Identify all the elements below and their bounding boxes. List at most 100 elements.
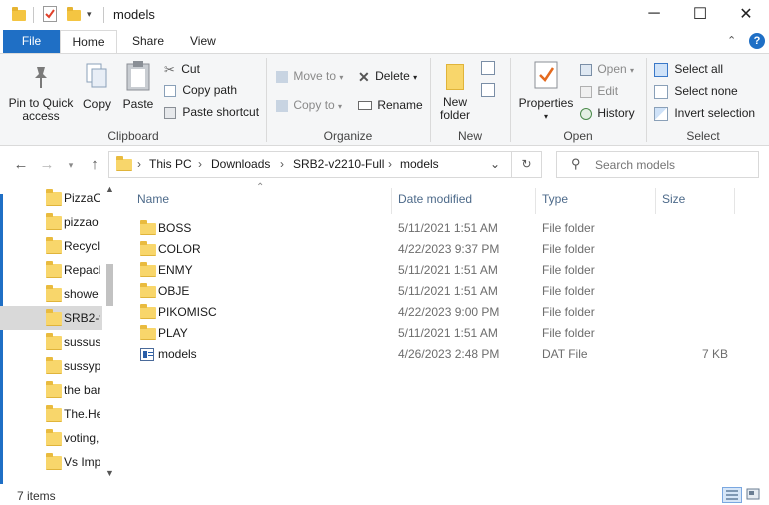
breadcrumb-separator[interactable]: › bbox=[388, 152, 392, 177]
breadcrumb-separator[interactable]: › bbox=[198, 152, 202, 177]
search-input[interactable] bbox=[595, 156, 750, 174]
minimize-button[interactable]: ─ bbox=[631, 0, 677, 28]
address-bar[interactable]: › This PC › Downloads › SRB2-v2210-Full … bbox=[108, 151, 512, 178]
nav-item[interactable]: PizzaO bbox=[0, 186, 102, 210]
tab-home[interactable]: Home bbox=[60, 30, 117, 54]
breadcrumb-separator[interactable]: › bbox=[137, 152, 141, 177]
invert-selection-button[interactable]: Invert selection bbox=[654, 103, 755, 123]
expand-ribbon-icon[interactable]: ⌃ bbox=[727, 34, 736, 47]
nav-item[interactable]: pizzao bbox=[0, 210, 102, 234]
properties-button[interactable]: Properties ▾ bbox=[516, 60, 576, 123]
copy-path-button[interactable]: Copy path bbox=[164, 80, 237, 100]
select-all-button[interactable]: Select all bbox=[654, 59, 723, 79]
paste-shortcut-button[interactable]: Paste shortcut bbox=[164, 102, 259, 122]
nav-item[interactable]: Vs Imp bbox=[0, 450, 102, 474]
forward-button[interactable]: → bbox=[36, 154, 58, 176]
folder-icon bbox=[46, 285, 62, 302]
breadcrumb-downloads[interactable]: Downloads bbox=[211, 152, 270, 177]
file-name: BOSS bbox=[158, 221, 192, 235]
file-row[interactable]: ENMY 5/11/2021 1:51 AM File folder bbox=[117, 260, 769, 281]
scroll-down-icon[interactable]: ▼ bbox=[105, 468, 114, 478]
file-name: ENMY bbox=[158, 263, 193, 277]
breadcrumb-separator[interactable]: › bbox=[280, 152, 284, 177]
nav-item[interactable]: the bar bbox=[0, 378, 102, 402]
folder-icon bbox=[46, 357, 62, 374]
file-row[interactable]: COLOR 4/22/2023 9:37 PM File folder bbox=[117, 239, 769, 260]
nav-item[interactable]: sussus_ bbox=[0, 330, 102, 354]
rename-button[interactable]: Rename bbox=[358, 95, 423, 115]
column-header-date[interactable]: Date modified bbox=[398, 192, 472, 206]
invert-selection-icon bbox=[654, 106, 668, 121]
paste-shortcut-icon bbox=[164, 106, 176, 119]
maximize-button[interactable]: ☐ bbox=[677, 0, 723, 28]
search-box[interactable]: ⚲ bbox=[556, 151, 759, 178]
nav-item[interactable]: showe bbox=[0, 282, 102, 306]
cut-button[interactable]: ✂ Cut bbox=[164, 59, 200, 79]
copy-to-button[interactable]: Copy to ▾ bbox=[276, 95, 342, 115]
new-folder-button[interactable]: New folder bbox=[436, 62, 474, 122]
file-date: 5/11/2021 1:51 AM bbox=[398, 263, 498, 277]
file-date: 4/26/2023 2:48 PM bbox=[398, 347, 500, 361]
select-none-label: Select none bbox=[674, 84, 738, 98]
help-icon[interactable]: ? bbox=[749, 33, 765, 49]
column-divider[interactable] bbox=[535, 188, 536, 214]
group-label-clipboard: Clipboard bbox=[107, 129, 159, 143]
open-button[interactable]: Open ▾ bbox=[580, 59, 634, 79]
nav-item[interactable]: SRB2-v bbox=[0, 306, 102, 330]
history-icon bbox=[580, 107, 592, 120]
close-button[interactable]: ✕ bbox=[723, 0, 769, 28]
up-button[interactable]: ↑ bbox=[84, 154, 106, 176]
delete-dropdown-icon: ▾ bbox=[413, 73, 418, 82]
quick-access-dropdown-icon[interactable]: ▾ bbox=[87, 9, 92, 20]
column-header-name[interactable]: Name bbox=[137, 192, 169, 206]
column-divider[interactable] bbox=[655, 188, 656, 214]
column-header-type[interactable]: Type bbox=[542, 192, 568, 206]
file-row[interactable]: BOSS 5/11/2021 1:51 AM File folder bbox=[117, 218, 769, 239]
back-button[interactable]: ← bbox=[10, 154, 32, 176]
nav-item[interactable]: voting, bbox=[0, 426, 102, 450]
breadcrumb-models[interactable]: models bbox=[400, 152, 439, 177]
new-folder-quick-icon[interactable] bbox=[67, 7, 81, 21]
breadcrumb-srb2[interactable]: SRB2-v2210-Full bbox=[293, 152, 384, 177]
move-to-button[interactable]: Move to ▾ bbox=[276, 66, 343, 86]
file-row[interactable]: PIKOMISC 4/22/2023 9:00 PM File folder bbox=[117, 302, 769, 323]
file-date: 5/11/2021 1:51 AM bbox=[398, 326, 498, 340]
easy-access-icon[interactable] bbox=[481, 83, 495, 97]
nav-item[interactable]: Repack bbox=[0, 258, 102, 282]
column-header-size[interactable]: Size bbox=[662, 192, 685, 206]
large-icons-view-button[interactable] bbox=[745, 487, 763, 503]
nav-scrollbar[interactable]: ▲ ▼ bbox=[102, 184, 117, 484]
sort-indicator-icon: ⌃ bbox=[256, 182, 265, 193]
history-button[interactable]: History bbox=[580, 103, 635, 123]
refresh-button[interactable]: ↻ bbox=[512, 151, 542, 178]
column-divider[interactable] bbox=[391, 188, 392, 214]
tab-share[interactable]: Share bbox=[122, 30, 174, 53]
new-item-icon[interactable] bbox=[481, 61, 495, 75]
tab-file[interactable]: File bbox=[3, 30, 60, 53]
properties-quick-icon[interactable] bbox=[43, 6, 57, 22]
folder-icon bbox=[12, 7, 26, 21]
nav-item[interactable]: Recycl bbox=[0, 234, 102, 258]
pin-label-line2: access bbox=[22, 109, 60, 123]
column-divider[interactable] bbox=[734, 188, 735, 214]
details-view-button[interactable] bbox=[722, 487, 742, 503]
scrollbar-thumb[interactable] bbox=[106, 264, 113, 306]
file-size: 7 KB bbox=[701, 347, 728, 361]
address-dropdown-icon[interactable]: ⌄ bbox=[490, 152, 500, 177]
file-row[interactable]: models 4/26/2023 2:48 PM DAT File 7 KB bbox=[117, 344, 769, 365]
edit-button[interactable]: Edit bbox=[580, 81, 618, 101]
recent-locations-button[interactable]: ▾ bbox=[60, 154, 82, 176]
open-label: Open bbox=[597, 62, 627, 76]
breadcrumb-this-pc[interactable]: This PC bbox=[149, 152, 192, 177]
delete-button[interactable]: ✕ Delete ▾ bbox=[358, 66, 417, 86]
pin-to-quick-access-button[interactable]: Pin to Quick access bbox=[6, 64, 76, 123]
select-none-button[interactable]: Select none bbox=[654, 81, 738, 101]
file-row[interactable]: OBJE 5/11/2021 1:51 AM File folder bbox=[117, 281, 769, 302]
tab-view[interactable]: View bbox=[180, 30, 226, 53]
scroll-up-icon[interactable]: ▲ bbox=[105, 184, 114, 194]
paste-button[interactable]: Paste bbox=[120, 60, 156, 111]
file-row[interactable]: PLAY 5/11/2021 1:51 AM File folder bbox=[117, 323, 769, 344]
copy-button[interactable]: Copy bbox=[80, 62, 114, 111]
nav-item[interactable]: sussyp bbox=[0, 354, 102, 378]
nav-item[interactable]: The.He bbox=[0, 402, 102, 426]
